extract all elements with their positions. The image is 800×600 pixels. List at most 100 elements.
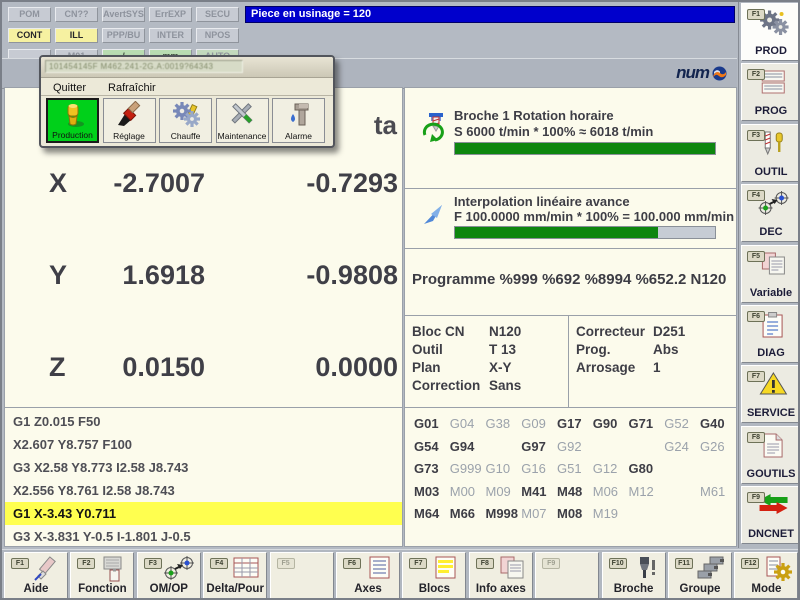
sidebar-item-diag[interactable]: F6DIAG [741, 305, 800, 363]
gm-code-g52: G52 [664, 416, 699, 432]
gm-code-grid: G01G04G38G09G17G90G71G52G40G54G94G97G92G… [404, 407, 737, 547]
toolbar-button-empty: F9 [535, 552, 599, 599]
gm-code-m998: M998 [486, 506, 521, 522]
axis-current-value: 1.6918 [75, 260, 205, 290]
gm-code-g51: G51 [557, 461, 592, 477]
function-sidebar: F1PROD F2 PROG F3OUTILF4DECF5VariableF6DIAG… [738, 2, 800, 548]
status-button-pom[interactable]: POM [8, 7, 51, 22]
menu-item-quitter[interactable]: Quitter [53, 80, 86, 96]
status-button-npos[interactable]: NPOS [196, 28, 239, 43]
status-button-ill[interactable]: ILL [55, 28, 98, 43]
alarme-pipe-icon [285, 101, 313, 133]
f-key-badge: F5 [747, 251, 765, 262]
sidebar-item-service[interactable]: F7SERVICE [741, 365, 800, 423]
sidebar-item-variable[interactable]: F5Variable [741, 245, 800, 303]
mode-button-chauffe[interactable]: Chauffe [159, 98, 212, 143]
gcode-line: X2.607 Y8.757 F100 [5, 433, 402, 456]
sidebar-item-label: DNCNET [742, 528, 800, 540]
utility-window-title: 101454145F M462.241-2G.A:0019?64343 [45, 60, 243, 73]
sidebar-item-goutils[interactable]: F8GOUTILS [741, 426, 800, 484]
toolbar-button-axes[interactable]: F6Axes [336, 552, 400, 599]
toolbar-button-groupe[interactable]: F11Groupe [668, 552, 732, 599]
f-key-badge: F2 [747, 69, 765, 80]
status-button-avertsys[interactable]: AvertSYS [102, 7, 145, 22]
gm-code-g24: G24 [664, 439, 699, 455]
status-label: Bloc CN [412, 324, 465, 340]
sidebar-item-dncnet[interactable]: F9DNCNET [741, 486, 800, 544]
gm-code-m66: M66 [450, 506, 485, 522]
f-key-badge: F3 [144, 558, 162, 569]
status-value: N120 [489, 324, 521, 340]
axis-current-value: 0.0150 [75, 352, 205, 382]
sidebar-item-outil[interactable]: F3OUTIL [741, 124, 800, 182]
sidebar-item-prog[interactable]: F2 PROG [741, 63, 800, 121]
sidebar-item-dec[interactable]: F4DEC [741, 184, 800, 242]
gm-code-g09: G09 [521, 416, 556, 432]
status-button-cn[interactable]: CN?? [55, 7, 98, 22]
toolbar-button-info-axes[interactable]: F8Info axes [469, 552, 533, 599]
toolbar-button-mode[interactable]: F12Mode [734, 552, 798, 599]
bottom-toolbar: F1AideF2FonctionF3OM/OPF4Delta/PourF5F6A… [2, 549, 800, 600]
toolbar-button-label: Broche [603, 583, 665, 596]
utility-window-titlebar[interactable]: 101454145F M462.241-2G.A:0019?64343 [41, 57, 333, 78]
f-key-badge: F9 [542, 558, 560, 569]
mode-button-maintenance[interactable]: Maintenance [216, 98, 269, 143]
sidebar-item-prod[interactable]: F1PROD [741, 3, 800, 61]
status-label: Arrosage [576, 360, 635, 376]
gm-code-g26: G26 [700, 439, 735, 455]
spindle-rotation-icon [418, 112, 448, 147]
axis-row-z: Z 0.0150 0.0000 [5, 352, 402, 382]
f-key-badge: F8 [476, 558, 494, 569]
status-value: T 13 [489, 342, 516, 358]
mode-button-production[interactable]: Production [46, 98, 99, 143]
gcode-line-current: G1 X-3.43 Y0.711 [5, 502, 402, 525]
toolbar-button-broche[interactable]: F10Broche [602, 552, 666, 599]
toolbar-button-blocs[interactable]: F7Blocs [402, 552, 466, 599]
gm-code-m07: M07 [521, 506, 556, 522]
status-button-secu[interactable]: SECU [196, 7, 239, 22]
gcode-line: G3 X2.58 Y8.773 I2.58 J8.743 [5, 456, 402, 479]
feed-detail: F 100.0000 mm/min * 100% = 100.000 mm/mi… [454, 209, 734, 224]
status-label: Plan [412, 360, 441, 376]
f-key-badge: F6 [343, 558, 361, 569]
column-header-fragment: ta [374, 111, 397, 139]
gm-code-m12: M12 [629, 484, 664, 500]
axis-label: X [49, 168, 67, 198]
toolbar-button-om-op[interactable]: F3OM/OP [137, 552, 201, 599]
utility-window: 101454145F M462.241-2G.A:0019?64343 Quit… [39, 55, 335, 148]
gm-code-m41: M41 [521, 484, 556, 500]
status-label: Correcteur [576, 324, 645, 340]
spindle-progress-fill [455, 143, 715, 154]
status-value: D251 [653, 324, 685, 340]
f-key-badge: F6 [747, 311, 765, 322]
sidebar-item-label: PROG [742, 105, 800, 117]
gm-code-g71: G71 [629, 416, 664, 432]
toolbar-button-delta-pour[interactable]: F4Delta/Pour [203, 552, 267, 599]
gm-code-m00: M00 [450, 484, 485, 500]
gm-code-g92: G92 [557, 439, 592, 455]
status-value: X-Y [489, 360, 512, 376]
gm-code-g40: G40 [700, 416, 735, 432]
status-button-ppp-bu[interactable]: PPP/BU [102, 28, 145, 43]
message-bar: Piece en usinage = 120 [245, 6, 735, 23]
feed-arrow-icon [420, 201, 448, 234]
gm-code-g17: G17 [557, 416, 592, 432]
status-button-errexp[interactable]: ErrEXP [149, 7, 192, 22]
menu-item-rafra-chir[interactable]: Rafraîchir [108, 80, 156, 96]
toolbar-button-aide[interactable]: F1Aide [4, 552, 68, 599]
corrector-status-panel: CorrecteurD251 Prog.Abs Arrosage1 [568, 315, 737, 408]
gm-code-g12: G12 [593, 461, 628, 477]
gm-code-g73: G73 [414, 461, 449, 477]
gm-code-m64: M64 [414, 506, 449, 522]
status-label: Correction [412, 378, 480, 394]
gm-code-g38: G38 [486, 416, 521, 432]
status-label: Outil [412, 342, 443, 358]
status-button-cont[interactable]: CONT [8, 28, 51, 43]
status-button-inter[interactable]: INTER [149, 28, 192, 43]
feed-title: Interpolation linéaire avance [454, 194, 630, 209]
toolbar-button-fonction[interactable]: F2Fonction [70, 552, 134, 599]
mode-button-r-glage[interactable]: Réglage [103, 98, 156, 143]
mode-button-alarme[interactable]: Alarme [272, 98, 325, 143]
sidebar-item-label: PROD [742, 45, 800, 57]
f-key-badge: F2 [77, 558, 95, 569]
